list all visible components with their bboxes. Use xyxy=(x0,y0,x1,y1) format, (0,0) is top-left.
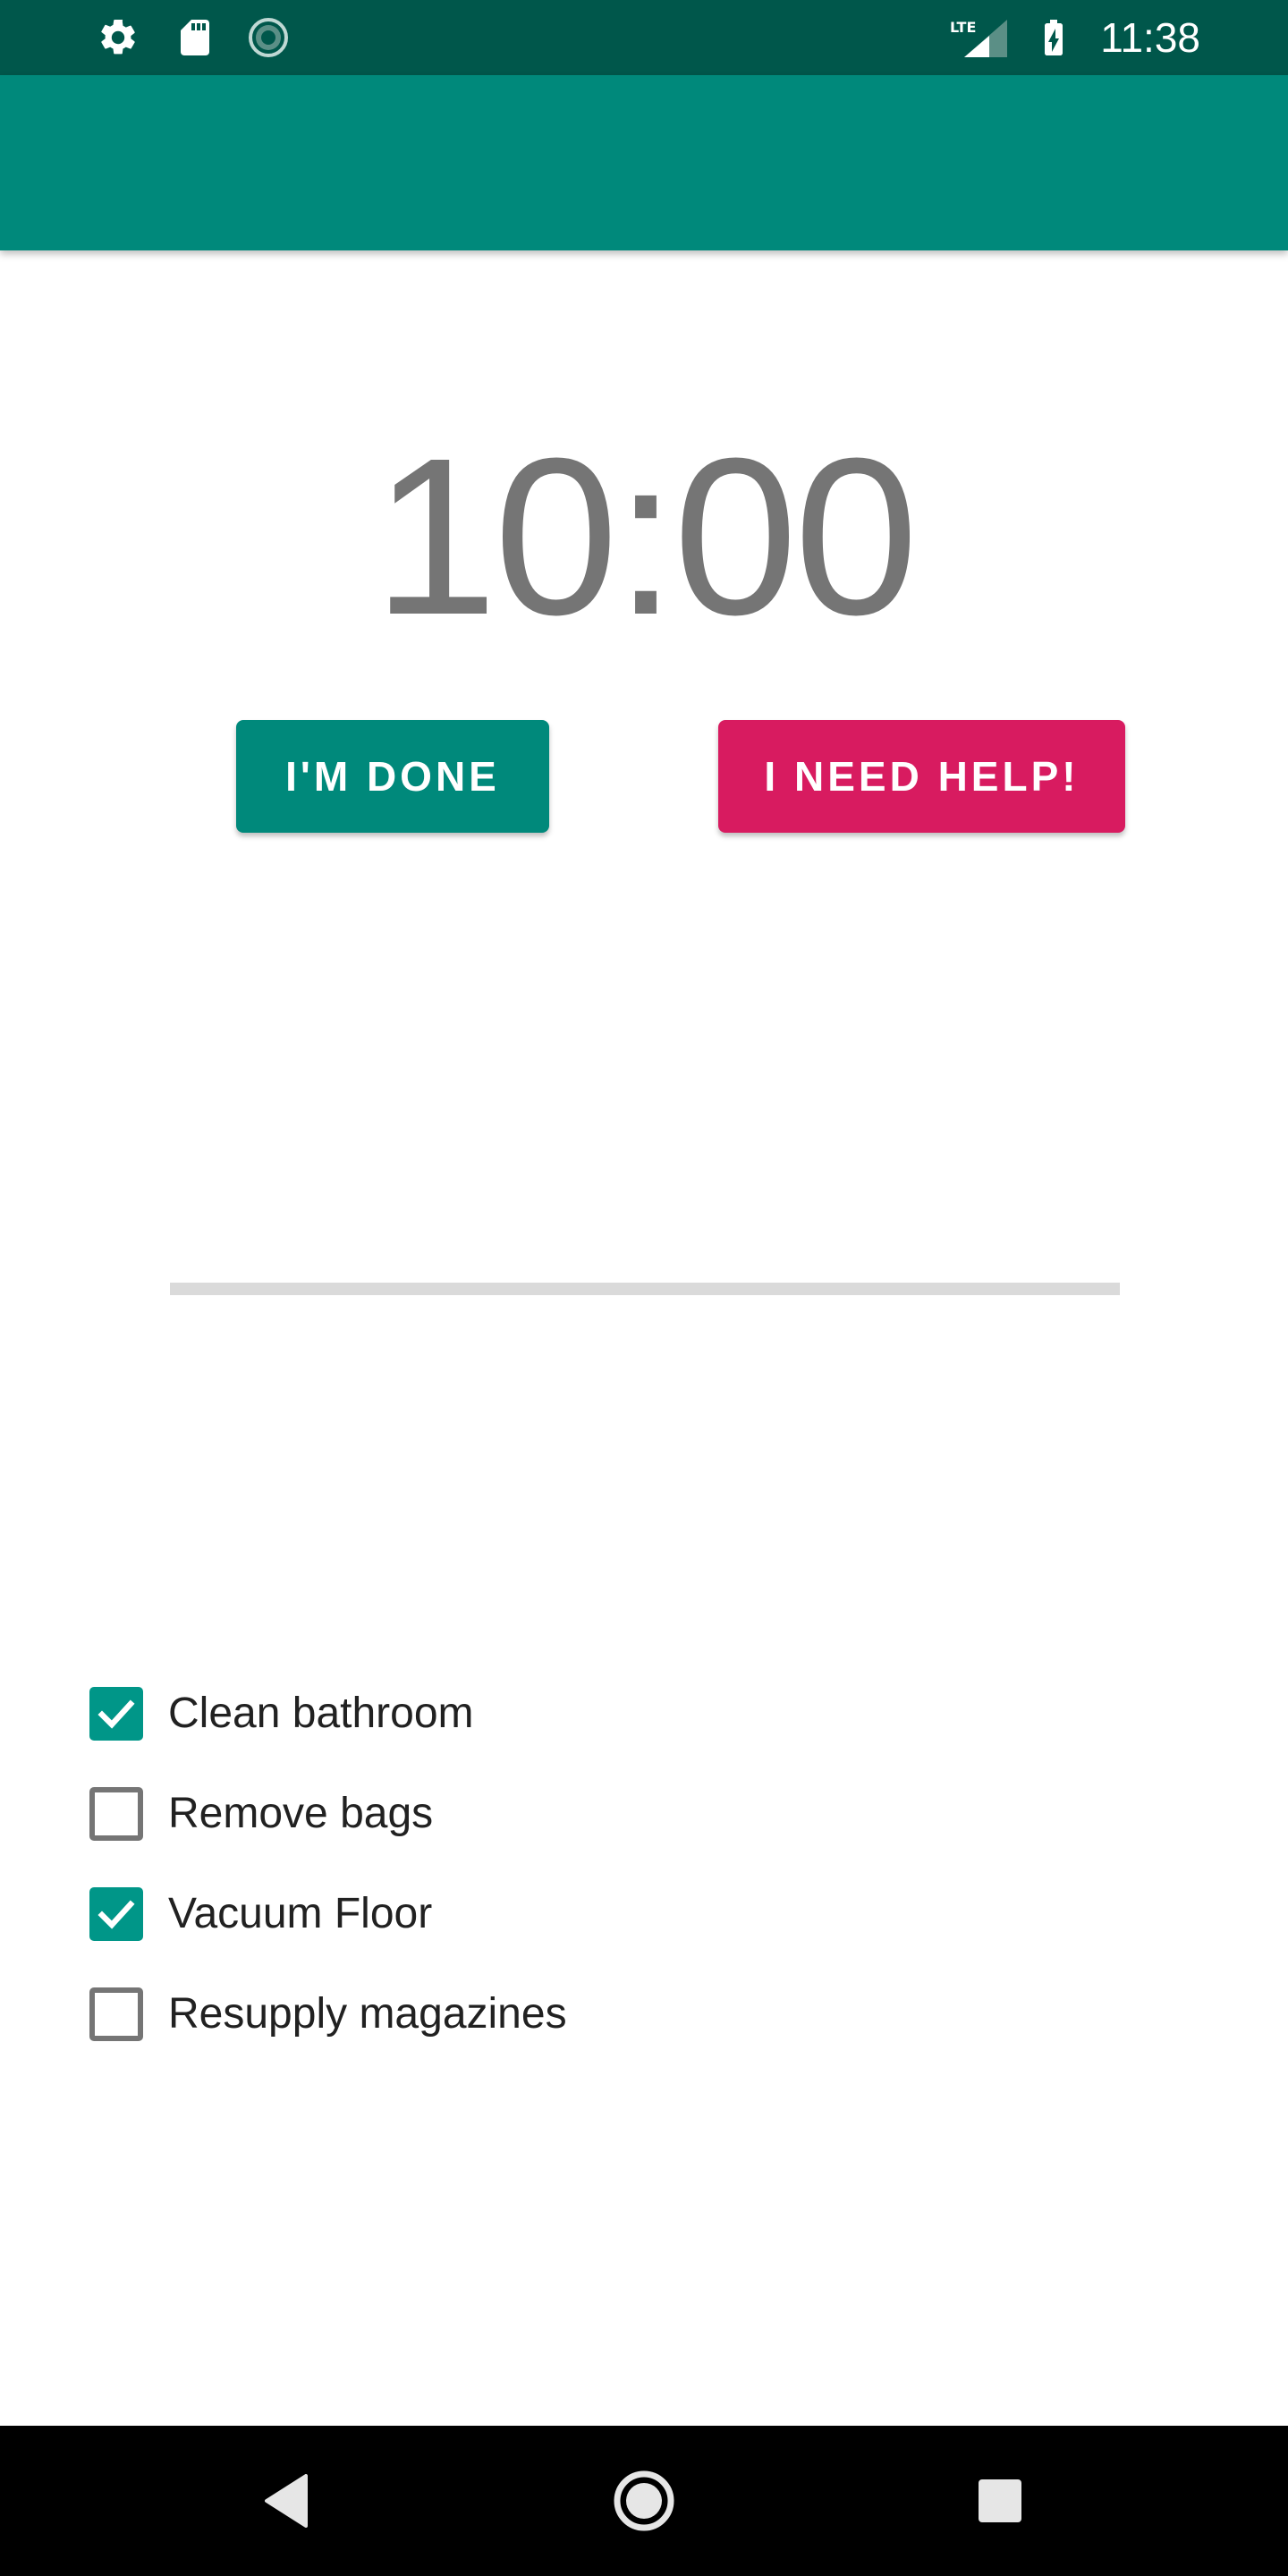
status-time: 11:38 xyxy=(1100,14,1200,61)
lte-signal-icon: LTE xyxy=(950,16,1013,59)
home-icon[interactable] xyxy=(608,2465,680,2537)
sd-card-icon xyxy=(174,16,216,59)
done-button[interactable]: I'M DONE xyxy=(236,720,549,833)
checkmark-icon xyxy=(97,1699,135,1729)
back-icon[interactable] xyxy=(252,2465,324,2537)
task-checkbox[interactable] xyxy=(89,1787,143,1841)
recents-icon[interactable] xyxy=(964,2465,1036,2537)
task-checkbox[interactable] xyxy=(89,1887,143,1941)
task-label: Vacuum Floor xyxy=(168,1890,433,1937)
task-checkbox[interactable] xyxy=(89,1987,143,2041)
task-label: Clean bathroom xyxy=(168,1690,474,1737)
task-item-vacuum-floor[interactable]: Vacuum Floor xyxy=(72,1864,787,1964)
gear-icon xyxy=(97,16,140,59)
svg-text:LTE: LTE xyxy=(950,19,976,36)
help-button[interactable]: I NEED HELP! xyxy=(718,720,1125,833)
task-label: Resupply magazines xyxy=(168,1990,567,2038)
task-item-resupply-magazines[interactable]: Resupply magazines xyxy=(72,1964,787,2064)
navigation-bar xyxy=(0,2426,1288,2576)
task-label: Remove bags xyxy=(168,1790,434,1837)
progress-bar xyxy=(170,1283,1120,1295)
status-bar: LTE 11:38 xyxy=(0,0,1288,75)
checkmark-icon xyxy=(97,1900,135,1929)
battery-charging-icon xyxy=(1032,16,1075,59)
countdown-timer: 10:00 xyxy=(373,411,919,661)
sync-icon xyxy=(247,16,290,59)
app-bar xyxy=(0,75,1288,250)
task-item-remove-bags[interactable]: Remove bags xyxy=(72,1764,787,1864)
task-checkbox[interactable] xyxy=(89,1687,143,1741)
task-item-clean-bathroom[interactable]: Clean bathroom xyxy=(72,1664,787,1764)
screen: LTE 11:38 10:00 I'M DONE I NEED HELP! Cl… xyxy=(0,0,1288,2576)
